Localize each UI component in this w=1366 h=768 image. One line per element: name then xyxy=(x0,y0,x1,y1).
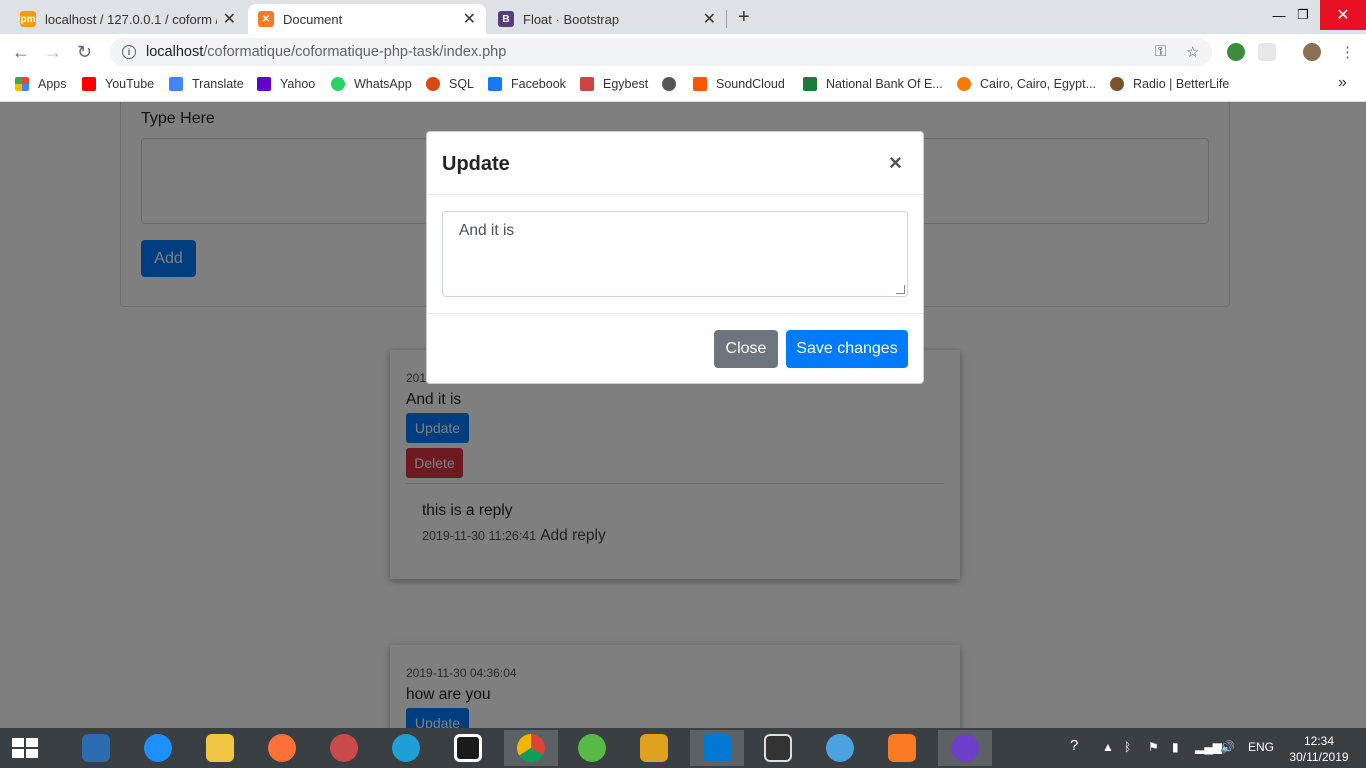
update-modal: Update × And it is Close Save changes xyxy=(426,131,924,384)
battery-icon[interactable]: ▮ xyxy=(1172,740,1179,754)
internet-explorer-icon[interactable] xyxy=(138,730,178,766)
bootstrap-icon: B xyxy=(498,11,514,27)
chrome-icon[interactable] xyxy=(504,730,558,766)
modal-close-icon[interactable]: × xyxy=(889,150,902,176)
bookmark-yahoo[interactable]: Yahoo xyxy=(257,77,315,91)
bookmarks-more-button[interactable]: » xyxy=(1338,74,1347,92)
volume-icon[interactable]: 🔊 xyxy=(1220,740,1235,754)
soundcloud-icon xyxy=(693,77,707,91)
bookmark-soundcloud[interactable]: SoundCloud xyxy=(693,77,785,91)
clock[interactable]: 12:34 30/11/2019 xyxy=(1282,733,1356,765)
bluetooth-icon[interactable]: ᛒ xyxy=(1124,740,1131,754)
avatar[interactable] xyxy=(1303,43,1321,61)
radio-icon xyxy=(1110,77,1124,91)
network-icon[interactable] xyxy=(76,730,116,766)
close-icon[interactable]: ✕ xyxy=(223,9,236,29)
url-path: /coformatique/coformatique-php-task/inde… xyxy=(203,44,507,60)
utorrent-icon[interactable] xyxy=(572,730,612,766)
save-changes-button[interactable]: Save changes xyxy=(786,330,908,368)
weather-icon xyxy=(957,77,971,91)
modal-title: Update xyxy=(442,153,510,175)
clock-date: 30/11/2019 xyxy=(1289,750,1349,764)
tab-phpmyadmin[interactable]: pm localhost / 127.0.0.1 / coform / re ✕ xyxy=(10,4,246,34)
facebook-icon xyxy=(488,77,502,91)
apps-icon xyxy=(15,77,29,91)
frame-icon[interactable] xyxy=(448,730,488,766)
edge-icon[interactable] xyxy=(386,730,426,766)
vscode-icon[interactable] xyxy=(690,730,744,766)
bookmark-egybest[interactable]: Egybest xyxy=(580,77,648,91)
media-player-icon[interactable] xyxy=(758,730,798,766)
snipping-icon[interactable] xyxy=(324,730,364,766)
yahoo-icon xyxy=(257,77,271,91)
help-icon[interactable]: ? xyxy=(1070,737,1078,754)
bookmark-national-bank[interactable]: National Bank Of E... xyxy=(803,77,943,91)
modal-footer-divider xyxy=(427,313,923,314)
youtube-icon xyxy=(82,77,96,91)
bank-icon xyxy=(803,77,817,91)
info-icon[interactable]: i xyxy=(122,45,136,59)
bookmarks-bar: Apps YouTube Translate Yahoo WhatsApp SQ… xyxy=(0,70,1366,102)
xampp-icon[interactable] xyxy=(882,730,922,766)
update-textarea-value: And it is xyxy=(459,222,515,239)
github-desktop-icon[interactable] xyxy=(938,730,992,766)
tab-separator xyxy=(726,10,727,28)
teams-icon[interactable] xyxy=(820,730,860,766)
close-icon[interactable]: ✕ xyxy=(463,9,476,29)
browser-tab-bar: pm localhost / 127.0.0.1 / coform / re ✕… xyxy=(0,0,1366,34)
address-bar[interactable]: i localhost/coformatique/coformatique-ph… xyxy=(110,38,1212,66)
url-host: localhost xyxy=(146,44,204,60)
close-button[interactable]: Close xyxy=(714,330,778,368)
tab-document[interactable]: ✕ Document ✕ xyxy=(248,4,486,34)
tab-title: Document xyxy=(283,11,343,27)
back-icon[interactable]: ← xyxy=(12,42,30,63)
windows-start-icon[interactable] xyxy=(12,738,38,758)
reload-icon[interactable]: ↻ xyxy=(77,42,92,63)
translate-icon xyxy=(169,77,183,91)
extension-icon[interactable] xyxy=(1258,43,1276,61)
bookmark-translate[interactable]: Translate xyxy=(169,77,244,91)
bookmark-globe[interactable] xyxy=(662,77,685,91)
firefox-icon[interactable] xyxy=(262,730,302,766)
menu-icon[interactable]: ⋮ xyxy=(1340,43,1355,61)
bookmark-cairo-weather[interactable]: Cairo, Cairo, Egypt... xyxy=(957,77,1096,91)
tab-title: localhost / 127.0.0.1 / coform / re xyxy=(45,11,217,27)
new-tab-button[interactable]: + xyxy=(738,6,750,29)
clock-time: 12:34 xyxy=(1303,734,1335,748)
extension-globe-icon[interactable] xyxy=(1227,43,1245,61)
bookmark-apps[interactable]: Apps xyxy=(15,77,67,91)
nodejs-icon[interactable] xyxy=(634,730,674,766)
taskbar: ? ▲ ᛒ ⚑ ▮ ▂▄▆ 🔊 ENG 12:34 30/11/2019 xyxy=(0,728,1366,768)
wifi-icon[interactable]: ▂▄▆ xyxy=(1195,740,1222,754)
language-indicator[interactable]: ENG xyxy=(1248,740,1274,754)
bookmark-sql[interactable]: SQL xyxy=(426,77,474,91)
window-close-button[interactable]: ✕ xyxy=(1320,0,1366,30)
star-icon[interactable]: ☆ xyxy=(1186,43,1199,61)
tab-title: Float · Bootstrap xyxy=(523,11,620,27)
whatsapp-icon xyxy=(331,77,345,91)
bookmark-whatsapp[interactable]: WhatsApp xyxy=(331,77,412,91)
close-icon[interactable]: ✕ xyxy=(703,9,716,29)
phpmyadmin-icon: pm xyxy=(20,11,36,27)
globe-icon xyxy=(662,77,676,91)
bookmark-facebook[interactable]: Facebook xyxy=(488,77,566,91)
egybest-icon xyxy=(580,77,594,91)
xampp-icon: ✕ xyxy=(258,11,274,27)
update-textarea[interactable]: And it is xyxy=(442,211,908,297)
bookmark-youtube[interactable]: YouTube xyxy=(82,77,154,91)
sql-icon xyxy=(426,77,440,91)
key-icon[interactable]: ⚿ xyxy=(1155,43,1166,60)
modal-header: Update × xyxy=(427,132,923,195)
browser-toolbar: ← → ↻ i localhost/coformatique/coformati… xyxy=(0,34,1366,70)
resize-handle-icon[interactable] xyxy=(896,285,905,294)
flag-icon[interactable]: ⚑ xyxy=(1148,740,1159,754)
tab-bootstrap[interactable]: B Float · Bootstrap ✕ xyxy=(488,4,726,34)
file-explorer-icon[interactable] xyxy=(200,730,240,766)
bookmark-radio[interactable]: Radio | BetterLife xyxy=(1110,77,1229,91)
forward-icon[interactable]: → xyxy=(44,42,62,63)
chevron-up-icon[interactable]: ▲ xyxy=(1102,740,1114,754)
